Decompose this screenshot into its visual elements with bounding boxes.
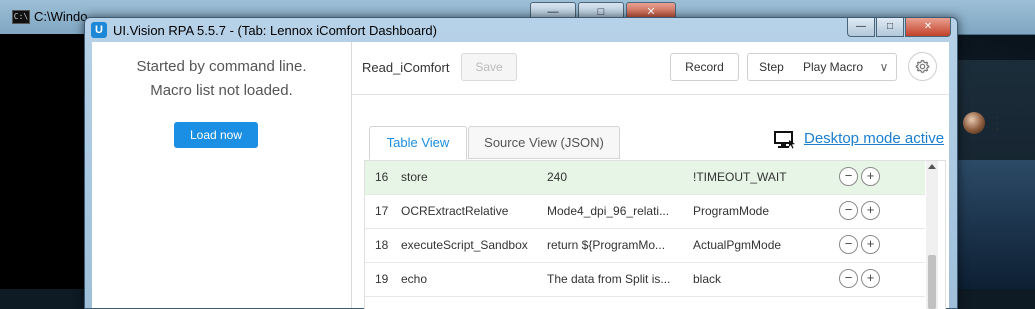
step-button[interactable]: Step [747,53,796,81]
scroll-up-arrow-icon[interactable] [928,164,936,169]
row-target: Mode4_dpi_96_relati... [547,204,670,218]
row-command: executeScript_Sandbox [401,238,528,252]
row-ops: − + [839,167,880,186]
row-target: return ${ProgramMo... [547,238,666,252]
table-row[interactable]: 16 store 240 !TIMEOUT_WAIT − + [365,161,925,195]
table-scrollbar[interactable] [926,161,938,309]
avatar[interactable] [963,112,985,134]
editor-toolbar: Read_iComfort Save Record Step Play Macr… [352,42,949,95]
play-options-dropdown[interactable]: ∨ [872,53,897,81]
command-table: 16 store 240 !TIMEOUT_WAIT − + 17 OCRExt… [364,160,946,309]
scrollbar-thumb[interactable] [928,255,936,309]
row-ops: − + [839,201,880,220]
row-target: 240 [547,170,568,184]
uivision-window: U UI.Vision RPA 5.5.7 - (Tab: Lennox iCo… [84,17,958,309]
delete-row-button[interactable]: − [839,235,858,254]
kebab-menu-icon[interactable]: · · · [995,109,1001,135]
uivision-logo-icon: U [91,22,107,38]
desktop-mode-link[interactable]: Desktop mode active [804,130,944,147]
play-macro-button[interactable]: Play Macro [794,53,873,81]
row-command: echo [401,272,428,286]
row-ops: − + [839,235,880,254]
maximize-button[interactable]: □ [876,18,904,37]
record-button[interactable]: Record [670,53,739,81]
row-command: store [401,170,428,184]
close-button[interactable]: ✕ [905,18,951,37]
row-index: 17 [375,204,389,218]
settings-button[interactable] [908,52,937,81]
delete-row-button[interactable]: − [839,201,858,220]
console-icon: C:\ [12,10,30,24]
window-client-area: Started by command line. Macro list not … [92,42,949,309]
background-browser-content [955,160,1035,289]
status-message-line1: Started by command line. [136,58,307,75]
row-index: 19 [375,272,389,286]
macro-name: Read_iComfort [362,60,450,75]
insert-row-button[interactable]: + [861,201,880,220]
status-message-line2: Macro list not loaded. [150,82,293,99]
tab-source-view[interactable]: Source View (JSON) [468,126,620,159]
row-value: !TIMEOUT_WAIT [693,170,787,184]
row-value: ProgramMode [693,204,770,218]
row-command: OCRExtractRelative [401,204,509,218]
gear-icon [915,59,930,73]
background-browser-window: · · · [955,60,1035,289]
row-index: 16 [375,170,389,184]
row-value: black [693,272,722,286]
background-console-body [0,34,84,289]
row-ops: − + [839,269,880,288]
macro-list-panel: Started by command line. Macro list not … [92,42,352,308]
tab-table-view[interactable]: Table View [369,126,467,160]
table-row[interactable]: 17 OCRExtractRelative Mode4_dpi_96_relat… [365,195,925,229]
window-title: UI.Vision RPA 5.5.7 - (Tab: Lennox iComf… [113,23,437,38]
row-index: 18 [375,238,389,252]
row-target: The data from Split is... [547,272,671,286]
window-controls: — □ ✕ [847,18,951,37]
table-row[interactable]: 18 executeScript_Sandbox return ${Progra… [365,229,925,263]
delete-row-button[interactable]: − [839,167,858,186]
desktop-monitor-icon [774,131,795,149]
load-now-button[interactable]: Load now [174,122,258,148]
macro-editor-panel: Read_iComfort Save Record Step Play Macr… [352,42,949,309]
delete-row-button[interactable]: − [839,269,858,288]
insert-row-button[interactable]: + [861,167,880,186]
row-value: ActualPgmMode [693,238,782,252]
save-button[interactable]: Save [461,53,517,81]
insert-row-button[interactable]: + [861,269,880,288]
background-console-title: C:\Windo [34,9,88,24]
minimize-button[interactable]: — [847,18,875,37]
insert-row-button[interactable]: + [861,235,880,254]
table-row[interactable]: 19 echo The data from Split is... black … [365,263,925,297]
